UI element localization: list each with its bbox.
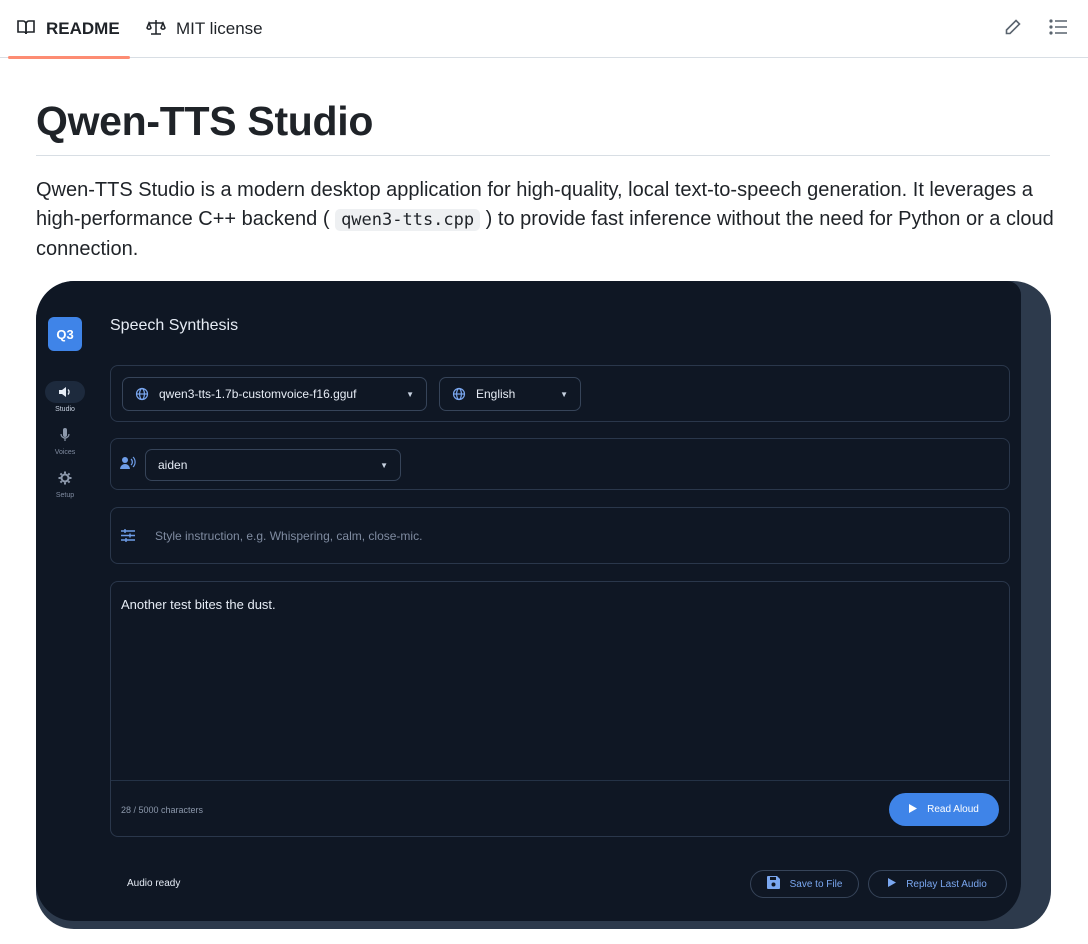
voice-panel: aiden ▼ bbox=[110, 438, 1010, 490]
sidebar-item-voices[interactable]: Voices bbox=[44, 424, 86, 456]
chevron-down-icon: ▼ bbox=[406, 389, 414, 399]
sliders-icon bbox=[121, 529, 135, 542]
gear-icon bbox=[45, 467, 85, 489]
play-icon bbox=[888, 878, 897, 890]
readme-tabbar: README MIT license bbox=[0, 0, 1088, 59]
replay-last-audio-label: Replay Last Audio bbox=[906, 878, 987, 890]
list-icon bbox=[1049, 18, 1069, 41]
model-panel: qwen3-tts-1.7b-customvoice-f16.gguf ▼ En… bbox=[110, 365, 1010, 422]
style-instruction-field[interactable]: Style instruction, e.g. Whispering, calm… bbox=[110, 507, 1010, 564]
text-area-divider bbox=[111, 780, 1009, 781]
app-screenshot: Q3 Speech Synthesis Studio Voices Setup bbox=[36, 281, 1051, 929]
voice-speaker-icon bbox=[120, 456, 136, 470]
status-text: Audio ready bbox=[127, 878, 181, 889]
pencil-icon bbox=[1004, 18, 1022, 41]
readme-description: Qwen-TTS Studio is a modern desktop appl… bbox=[36, 176, 1056, 264]
model-select[interactable]: qwen3-tts-1.7b-customvoice-f16.gguf ▼ bbox=[122, 377, 427, 411]
replay-last-audio-button[interactable]: Replay Last Audio bbox=[868, 870, 1007, 898]
tab-license-label: MIT license bbox=[176, 19, 263, 38]
book-icon bbox=[16, 17, 36, 42]
save-icon bbox=[766, 876, 780, 892]
read-aloud-label: Read Aloud bbox=[927, 804, 979, 815]
speaker-icon bbox=[45, 381, 85, 403]
edit-button[interactable] bbox=[1002, 18, 1024, 40]
sidebar-item-label: Setup bbox=[55, 492, 75, 499]
title-divider bbox=[36, 155, 1050, 156]
speech-text-area[interactable]: Another test bites the dust. 28 / 5000 c… bbox=[110, 581, 1010, 837]
chevron-down-icon: ▼ bbox=[560, 389, 568, 399]
globe-icon bbox=[452, 387, 466, 401]
tab-license[interactable]: MIT license bbox=[146, 0, 263, 58]
globe-icon bbox=[135, 387, 149, 401]
save-to-file-label: Save to File bbox=[789, 878, 843, 890]
microphone-icon bbox=[45, 424, 85, 446]
language-select[interactable]: English ▼ bbox=[439, 377, 581, 411]
read-aloud-button[interactable]: Read Aloud bbox=[889, 793, 999, 826]
style-instruction-placeholder: Style instruction, e.g. Whispering, calm… bbox=[155, 529, 423, 543]
tab-readme-label: README bbox=[46, 19, 120, 38]
chevron-down-icon: ▼ bbox=[380, 460, 388, 470]
outline-button[interactable] bbox=[1048, 18, 1070, 40]
app-title: Speech Synthesis bbox=[110, 317, 239, 334]
play-icon bbox=[909, 803, 918, 816]
sidebar-item-setup[interactable]: Setup bbox=[44, 467, 86, 499]
readme-title: Qwen-TTS Studio bbox=[36, 98, 374, 144]
model-select-value: qwen3-tts-1.7b-customvoice-f16.gguf bbox=[159, 387, 357, 401]
sidebar-item-label: Studio bbox=[55, 406, 75, 413]
language-select-value: English bbox=[476, 387, 516, 401]
voice-select[interactable]: aiden ▼ bbox=[145, 449, 401, 481]
character-count: 28 / 5000 characters bbox=[121, 805, 204, 815]
scale-icon bbox=[146, 17, 166, 42]
app-window: Q3 Speech Synthesis Studio Voices Setup bbox=[36, 281, 1021, 921]
app-logo: Q3 bbox=[48, 317, 82, 351]
sidebar-item-label: Voices bbox=[54, 449, 76, 456]
voice-select-value: aiden bbox=[158, 458, 188, 472]
speech-text-value: Another test bites the dust. bbox=[121, 597, 276, 612]
save-to-file-button[interactable]: Save to File bbox=[750, 870, 859, 898]
tab-readme[interactable]: README bbox=[8, 0, 130, 59]
sidebar-item-studio[interactable]: Studio bbox=[44, 381, 86, 413]
inline-code: qwen3-tts.cpp bbox=[335, 209, 481, 231]
